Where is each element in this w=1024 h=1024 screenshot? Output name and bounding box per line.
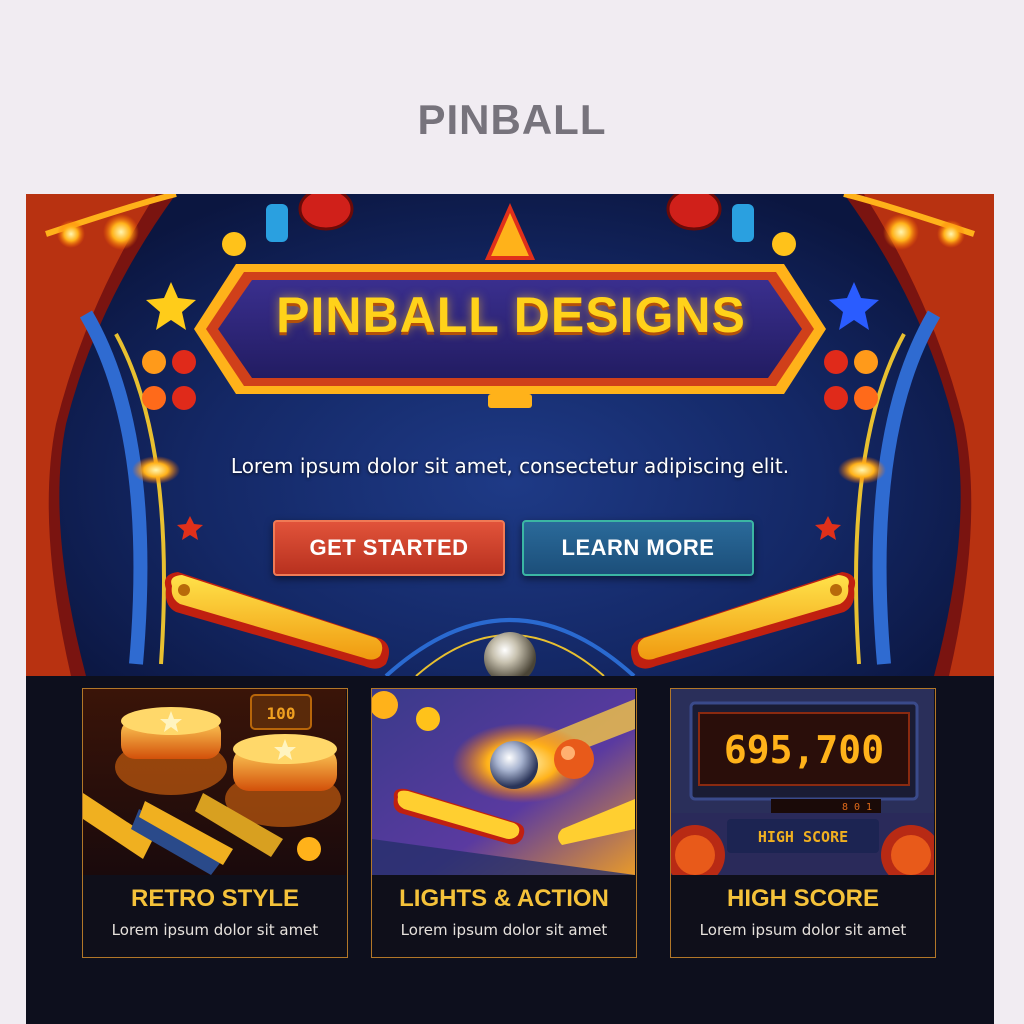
landing-frame: PINBALL DESIGNS Lorem ipsum dolor sit am… bbox=[26, 194, 994, 1024]
sub-display: 8 0 1 bbox=[842, 802, 872, 813]
hero-subtitle: Lorem ipsum dolor sit amet, consectetur … bbox=[230, 454, 790, 478]
score-display: 695,700 bbox=[724, 728, 884, 772]
high-score-label: HIGH SCORE bbox=[758, 828, 848, 846]
card-title: HIGH SCORE bbox=[726, 885, 879, 912]
pinball-icon bbox=[484, 632, 536, 676]
card-description: Lorem ipsum dolor sit amet bbox=[111, 921, 319, 939]
bumper-icon bbox=[115, 707, 227, 795]
bumper-score-badge: 100 bbox=[267, 704, 296, 723]
learn-more-button[interactable]: LEARN MORE bbox=[522, 520, 754, 576]
page-title: PINBALL bbox=[417, 96, 607, 143]
card-description: Lorem ipsum dolor sit amet bbox=[400, 921, 608, 939]
bumper-icon bbox=[225, 734, 341, 827]
feature-card-lights[interactable]: LIGHTS & ACTION Lorem ipsum dolor sit am… bbox=[371, 688, 637, 958]
get-started-button[interactable]: GET STARTED bbox=[273, 520, 505, 576]
retro-style-image: 100 bbox=[83, 689, 346, 875]
card-title: LIGHTS & ACTION bbox=[399, 885, 609, 912]
card-description: Lorem ipsum dolor sit amet bbox=[699, 921, 907, 939]
sign-title: PINBALL DESIGNS bbox=[276, 287, 746, 343]
feature-card-retro[interactable]: 100 RETRO STYLE Lorem ipsum dolor sit am… bbox=[82, 688, 348, 958]
hero-section: PINBALL DESIGNS Lorem ipsum dolor sit am… bbox=[26, 194, 994, 676]
high-score-image: 695,700 8 0 1 HIGH SCORE bbox=[671, 689, 934, 875]
pinball-icon bbox=[490, 741, 538, 789]
left-flipper-icon bbox=[164, 572, 390, 669]
pinball-playfield-art bbox=[26, 194, 994, 676]
lights-action-image bbox=[372, 689, 635, 875]
card-title: RETRO STYLE bbox=[130, 885, 299, 912]
feature-card-highscore[interactable]: 695,700 8 0 1 HIGH SCORE HIGH SCORE Lore… bbox=[670, 688, 936, 958]
right-flipper-icon bbox=[630, 572, 856, 669]
